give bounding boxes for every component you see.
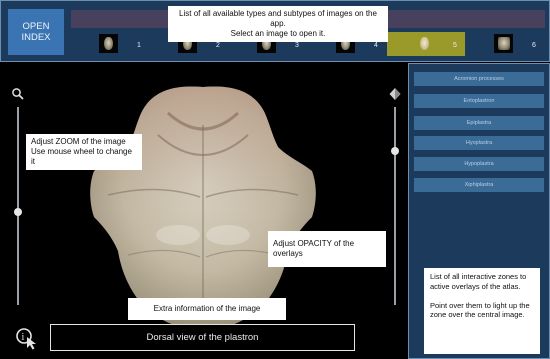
thumbnail-1[interactable]: 1	[71, 32, 149, 56]
image-viewer: Adjust ZOOM of the image Use mouse wheel…	[0, 63, 407, 359]
info-cursor-icon[interactable]: i	[15, 326, 39, 350]
image-index-bar: OPEN INDEX 1 2 3 4 5 6 List of all avail…	[0, 0, 550, 62]
zone-button-xiphiplastra[interactable]: Xiphiplastra	[414, 178, 544, 192]
zoom-track	[17, 107, 19, 305]
zone-label: Hyoplastra	[465, 140, 493, 146]
zone-label: Epiplastra	[466, 120, 492, 126]
zone-button-epiplastra[interactable]: Epiplastra	[414, 116, 544, 130]
zones-tooltip: List of all interactive zones to active …	[424, 268, 540, 354]
zoom-handle[interactable]	[14, 207, 22, 216]
zone-label: Xiphiplastra	[464, 182, 494, 188]
zoom-tooltip: Adjust ZOOM of the image Use mouse wheel…	[26, 134, 142, 170]
thumbnail-6[interactable]: 6	[466, 32, 544, 56]
opacity-slider[interactable]	[388, 87, 402, 309]
thumbnail-5[interactable]: 5	[387, 32, 465, 56]
open-index-button[interactable]: OPEN INDEX	[8, 9, 64, 55]
image-caption: Dorsal view of the plastron	[146, 332, 259, 343]
zone-button-acromion-processes[interactable]: Acromion processes	[414, 72, 544, 86]
open-index-label: OPEN INDEX	[21, 21, 51, 43]
info-tooltip: Extra information of the image	[128, 298, 286, 320]
plastron-thumbnail-image	[415, 34, 434, 53]
zoom-slider[interactable]	[11, 87, 25, 309]
zone-label: Hypoplastra	[464, 161, 494, 167]
zone-button-hyoplastra[interactable]: Hyoplastra	[414, 136, 544, 150]
thumbnail-number: 1	[137, 42, 141, 49]
plastron-thumbnail-image	[99, 34, 118, 53]
magnifier-icon	[12, 88, 24, 100]
thumbnail-number: 5	[453, 42, 457, 49]
zone-button-hypoplastra[interactable]: Hypoplastra	[414, 157, 544, 171]
opacity-diamond-icon	[389, 88, 401, 100]
thumbnail-number: 3	[295, 42, 299, 49]
opacity-tooltip: Adjust OPACITY of the overlays	[268, 231, 386, 267]
zone-label: Entoplastron	[463, 98, 495, 104]
thumbnail-number: 4	[374, 42, 378, 49]
opacity-handle[interactable]	[391, 146, 399, 155]
svg-text:i: i	[22, 332, 25, 343]
plastron-image[interactable]	[88, 85, 318, 333]
image-index-tooltip: List of all available types and subtypes…	[168, 6, 388, 42]
image-caption-bar: Dorsal view of the plastron	[50, 324, 355, 351]
zones-panel: Acromion processes Entoplastron Epiplast…	[408, 63, 550, 359]
opacity-track	[394, 107, 396, 305]
zone-label: Acromion processes	[454, 76, 504, 82]
thumbnail-number: 6	[532, 42, 536, 49]
zone-button-entoplastron[interactable]: Entoplastron	[414, 94, 544, 108]
plastron-thumbnail-image	[494, 34, 513, 53]
thumbnail-number: 2	[216, 42, 220, 49]
